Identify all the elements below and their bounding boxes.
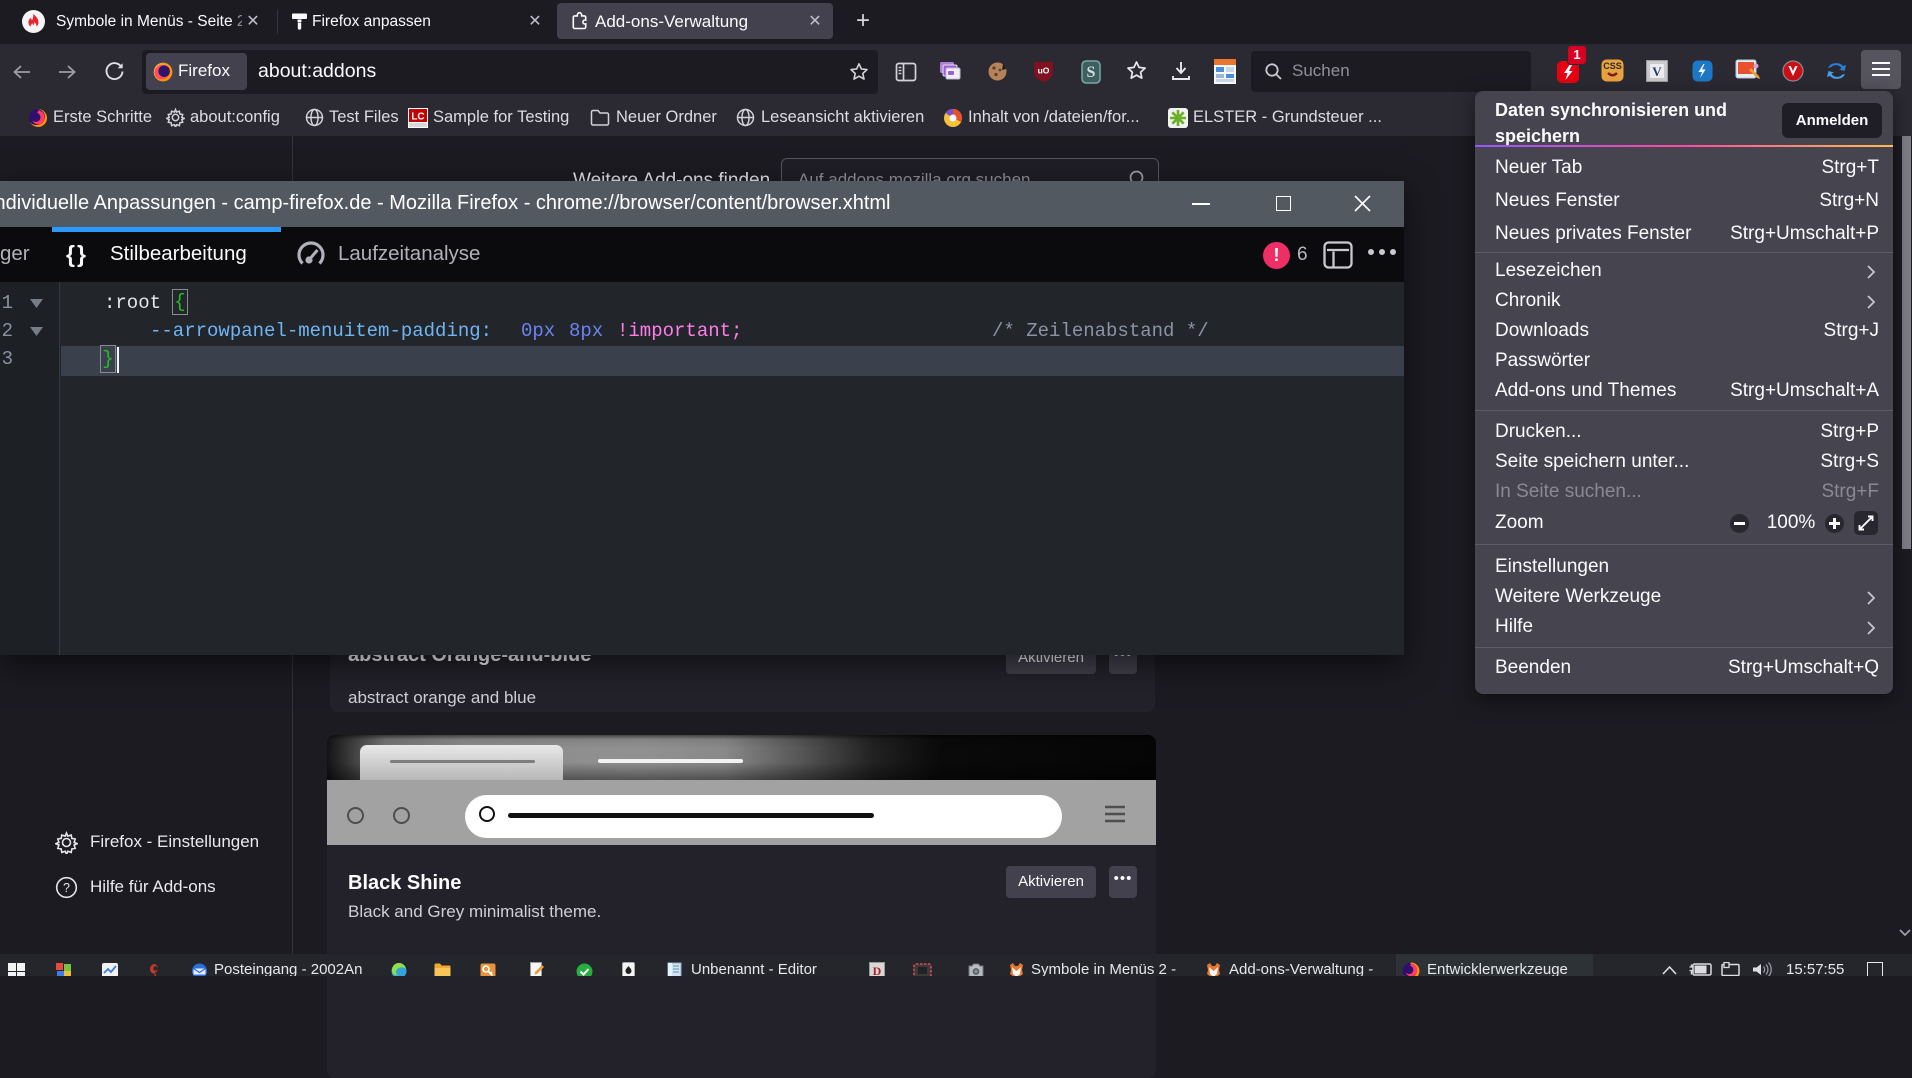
svg-text:?: ?	[63, 881, 70, 895]
svg-text:S: S	[1087, 64, 1096, 81]
svg-text:CSS: CSS	[1603, 61, 1622, 71]
svg-text:D: D	[873, 964, 882, 976]
svg-text:V: V	[1652, 64, 1662, 79]
svg-text:uO: uO	[1038, 66, 1050, 76]
svg-text:LC: LC	[411, 112, 424, 123]
